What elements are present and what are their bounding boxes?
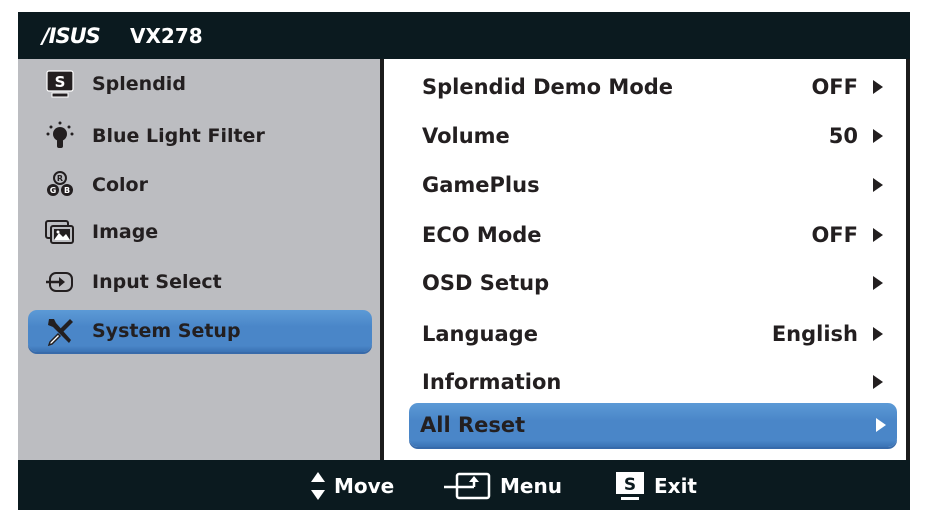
image-icon <box>42 217 78 247</box>
header: /ISUS VX278 <box>18 12 910 59</box>
submenu-item-language[interactable]: Language English <box>412 313 894 355</box>
splendid-s-key-icon: S <box>614 470 646 502</box>
menu-return-icon <box>444 471 492 501</box>
menu-item-label: Blue Light Filter <box>92 125 265 147</box>
submenu-item-label: GamePlus <box>422 173 540 197</box>
submenu-item-gameplus[interactable]: GamePlus <box>412 164 894 206</box>
move-hint: Move <box>310 470 394 502</box>
asus-logo: /ISUS <box>42 24 101 48</box>
menu-item-system-setup[interactable]: System Setup <box>28 310 372 352</box>
submenu-item-label: Splendid Demo Mode <box>422 75 674 99</box>
menu-item-blue-light-filter[interactable]: Blue Light Filter <box>28 115 372 157</box>
chevron-right-icon <box>873 327 883 341</box>
menu-item-color[interactable]: R G B Color <box>28 164 372 206</box>
model-name: VX278 <box>130 24 203 48</box>
menu-item-splendid[interactable]: S Splendid <box>28 63 372 105</box>
svg-text:R: R <box>57 174 63 183</box>
rgb-color-icon: R G B <box>42 170 78 200</box>
menu-item-label: Splendid <box>92 73 186 95</box>
main-menu-panel: S Splendid Blue Light Filter R G B Color… <box>18 59 380 460</box>
svg-text:S: S <box>624 475 636 495</box>
submenu-item-label: Volume <box>422 124 510 148</box>
svg-text:G: G <box>50 186 57 195</box>
submenu-item-volume[interactable]: Volume 50 <box>412 115 894 157</box>
exit-label: Exit <box>654 474 697 498</box>
input-select-icon <box>42 267 78 297</box>
submenu-item-label: ECO Mode <box>422 223 542 247</box>
submenu-item-label: Language <box>422 322 538 346</box>
chevron-right-icon <box>873 178 883 192</box>
menu-item-label: Color <box>92 174 148 196</box>
chevron-right-icon <box>873 375 883 389</box>
light-bulb-icon <box>42 121 78 151</box>
move-label: Move <box>334 474 395 498</box>
submenu-item-value: 50 <box>828 124 858 148</box>
panel-border <box>906 59 910 460</box>
chevron-right-icon <box>873 129 883 143</box>
chevron-right-icon <box>876 418 886 432</box>
submenu-item-value: OFF <box>811 75 858 99</box>
exit-hint: S Exit <box>614 470 697 502</box>
submenu-item-osd-setup[interactable]: OSD Setup <box>412 262 894 304</box>
footer-hints: Move Menu S Exit <box>18 460 910 510</box>
submenu-item-label: Information <box>422 370 562 394</box>
menu-hint: Menu <box>444 470 562 502</box>
menu-label: Menu <box>500 474 562 498</box>
menu-item-label: Image <box>92 221 159 243</box>
menu-item-input-select[interactable]: Input Select <box>28 261 372 303</box>
splendid-s-icon: S <box>42 69 78 99</box>
chevron-right-icon <box>873 80 883 94</box>
up-down-arrows-icon <box>310 471 326 501</box>
submenu-item-value: English <box>771 322 858 346</box>
menu-item-label: System Setup <box>92 320 241 342</box>
wrench-screwdriver-icon <box>42 316 78 347</box>
menu-item-label: Input Select <box>92 271 222 293</box>
svg-text:S: S <box>55 73 66 91</box>
menu-item-image[interactable]: Image <box>28 211 372 253</box>
submenu-item-splendid-demo-mode[interactable]: Splendid Demo Mode OFF <box>412 66 894 108</box>
submenu-item-label: OSD Setup <box>422 271 550 295</box>
submenu-item-eco-mode[interactable]: ECO Mode OFF <box>412 214 894 256</box>
submenu-item-all-reset[interactable]: All Reset <box>409 403 897 447</box>
chevron-right-icon <box>873 228 883 242</box>
submenu-item-value: OFF <box>811 223 858 247</box>
submenu-panel: Splendid Demo Mode OFF Volume 50 GamePlu… <box>384 59 906 460</box>
osd-menu: /ISUS VX278 S Splendid Blue Light Filter… <box>18 12 910 510</box>
submenu-item-information[interactable]: Information <box>412 361 894 403</box>
svg-text:B: B <box>64 186 70 195</box>
submenu-item-label: All Reset <box>420 413 526 437</box>
chevron-right-icon <box>873 276 883 290</box>
